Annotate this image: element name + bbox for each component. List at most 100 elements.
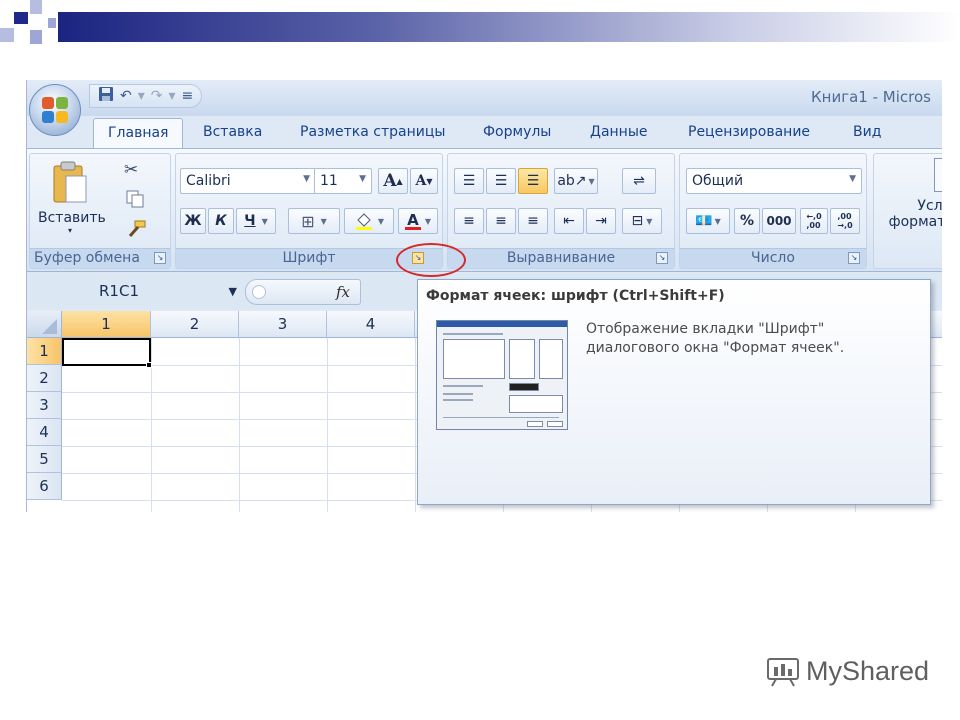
expand-icon[interactable] [252,285,266,299]
align-top-icon: ☰ [462,173,476,189]
dropdown-arrow-icon: ▼ [359,174,366,184]
number-format-combo[interactable]: Общий ▼ [686,168,862,194]
format-painter-icon[interactable] [126,220,146,242]
dropdown-arrow-icon: ▼ [714,216,721,226]
thousands-label: 000 [766,214,792,228]
fill-handle[interactable] [146,362,152,368]
font-name-combo[interactable]: Calibri ▼ [180,168,316,194]
column-header[interactable]: 1 [62,311,151,338]
wrap-text-button[interactable]: ⇌ [622,168,656,194]
percent-button[interactable]: % [734,208,760,234]
row-header[interactable]: 6 [27,473,62,500]
number-format-value: Общий [692,173,744,189]
cut-icon[interactable]: ✂ [124,160,138,180]
italic-label: К [215,213,227,229]
borders-icon: ⊞ [301,211,315,231]
dropdown-arrow-icon: ▼ [588,176,595,186]
screen-tip-title: Формат ячеек: шрифт (Ctrl+Shift+F) [426,288,725,304]
office-button[interactable] [29,84,81,136]
merge-center-icon: ⊟ [631,213,644,229]
watermark: MyShared [766,656,929,687]
font-color-button[interactable]: A ▼ [398,208,438,234]
clipboard-group-label: Буфер обмена [30,248,170,268]
paste-label: Вставить [38,210,106,226]
dropdown-arrow-icon: ▼ [646,216,653,226]
grow-font-label: A [383,171,397,191]
save-icon[interactable] [98,86,114,106]
align-bottom-icon: ☰ [526,173,540,189]
screen-tip-description: Отображение вкладки "Шрифт" диалогового … [586,321,845,356]
name-box[interactable]: R1C1 ▼ [83,279,243,305]
paste-button[interactable]: Вставить ▾ [38,158,106,244]
increase-indent-icon: ⇥ [595,213,607,229]
align-right-icon: ≡ [527,213,539,229]
ribbon: Вставить ▾ ✂ Буфер обмена ↘ Calibri ▼ 11… [27,148,942,272]
tab-insert[interactable]: Вставка [203,124,262,140]
underline-label: Ч [244,213,256,229]
underline-button[interactable]: Ч ▼ [236,208,276,234]
tab-review[interactable]: Рецензирование [688,124,810,140]
borders-button[interactable]: ⊞ ▼ [288,208,340,234]
format-cells-dialog-preview [436,320,568,430]
conditional-format-button[interactable]: Усл формат [880,158,942,230]
customize-qat-icon[interactable]: ≡ [182,88,194,104]
row-header[interactable]: 5 [27,446,62,473]
italic-button[interactable]: К [208,208,234,234]
currency-button[interactable]: 💶 ▼ [686,208,730,234]
align-left-button[interactable]: ≡ [454,208,484,234]
increase-decimal-button[interactable]: ←,0 ,00 [800,208,828,234]
font-size-combo[interactable]: 11 ▼ [314,168,372,194]
column-header[interactable]: 3 [239,311,327,338]
row-header[interactable]: 4 [27,419,62,446]
slide-deco-square [0,28,14,42]
clipboard-dialog-launcher[interactable]: ↘ [154,252,166,264]
tab-home[interactable]: Главная [93,118,184,150]
watermark-text: MyShared [806,656,930,686]
row-header[interactable]: 3 [27,392,62,419]
conditional-format-icon [934,158,942,192]
grow-font-button[interactable]: A ▲ [378,168,408,194]
row-header[interactable]: 2 [27,365,62,392]
alignment-dialog-launcher[interactable]: ↘ [656,252,668,264]
active-cell[interactable] [62,338,151,366]
decrease-indent-icon: ⇤ [563,213,575,229]
merge-center-button[interactable]: ⊟ ▼ [622,208,662,234]
column-header[interactable]: 2 [151,311,239,338]
slide-title-bar [58,12,960,42]
undo-icon[interactable]: ↶ [120,88,132,104]
column-header[interactable]: 4 [327,311,415,338]
align-middle-button[interactable]: ☰ [486,168,516,194]
align-middle-icon: ☰ [494,173,508,189]
wrap-text-icon: ⇌ [633,173,645,189]
align-center-button[interactable]: ≡ [486,208,516,234]
dropdown-arrow-icon[interactable]: ▾ [138,88,145,104]
fill-color-button[interactable]: ▼ [344,208,394,234]
thousands-button[interactable]: 000 [762,208,796,234]
number-dialog-launcher[interactable]: ↘ [848,252,860,264]
decrease-decimal-button[interactable]: ,00 →,0 [830,208,860,234]
slide-deco-square [30,0,42,14]
dropdown-arrow-icon[interactable]: ▾ [169,88,176,104]
bold-button[interactable]: Ж [180,208,206,234]
tab-formulas[interactable]: Формулы [483,124,551,140]
align-right-button[interactable]: ≡ [518,208,548,234]
tab-page-layout[interactable]: Разметка страницы [300,124,445,140]
increase-indent-button[interactable]: ⇥ [586,208,616,234]
row-header[interactable]: 1 [27,338,62,365]
tab-data[interactable]: Данные [590,124,648,140]
align-bottom-button[interactable]: ☰ [518,168,548,194]
copy-icon[interactable] [126,190,144,212]
align-center-icon: ≡ [495,213,507,229]
paste-icon [53,161,87,203]
align-top-button[interactable]: ☰ [454,168,484,194]
decrease-indent-button[interactable]: ⇤ [554,208,584,234]
slide-deco-square [48,18,56,28]
tab-view[interactable]: Вид [853,124,881,140]
fill-color-icon [355,213,372,230]
orientation-button[interactable]: ab↗ ▼ [554,168,598,194]
select-all-corner[interactable] [27,311,62,338]
insert-function-button[interactable]: fx [336,283,350,301]
font-color-swatch [404,226,421,230]
redo-icon[interactable]: ↷ [151,88,163,104]
shrink-font-button[interactable]: A ▼ [410,168,438,194]
